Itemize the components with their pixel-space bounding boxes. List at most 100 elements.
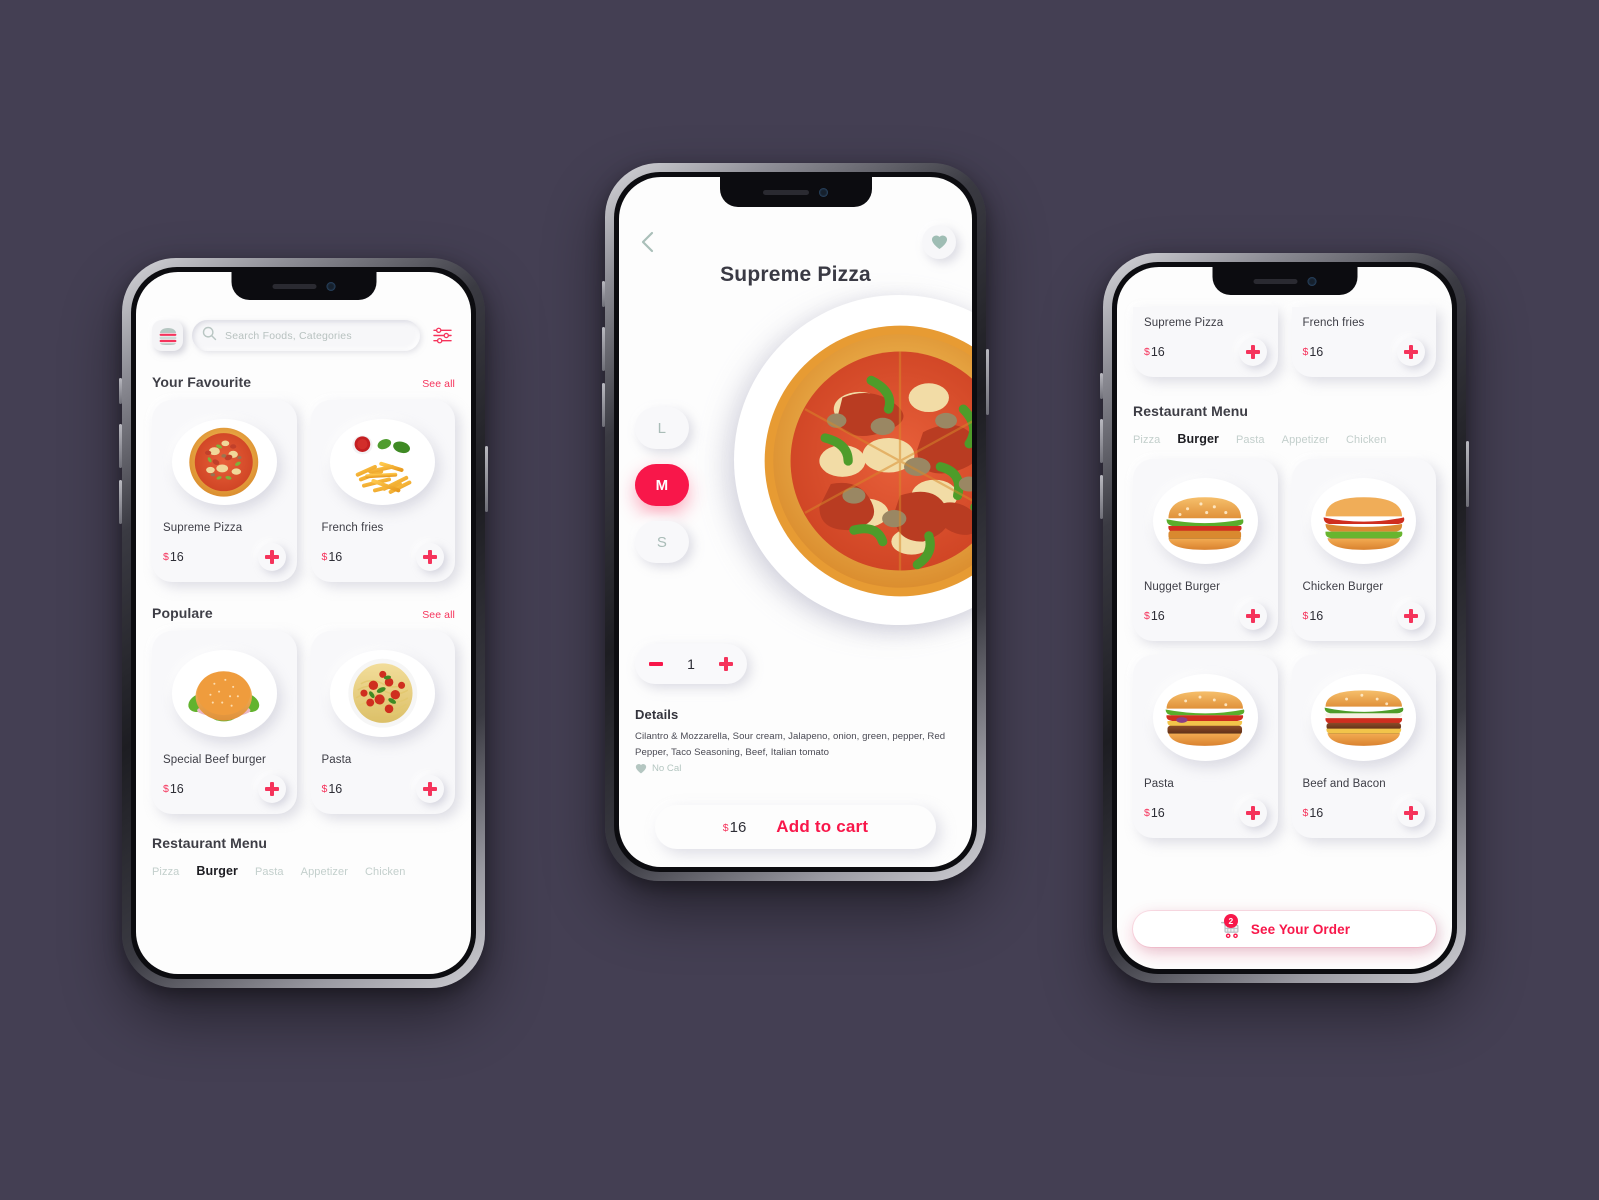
food-card-french-fries-partial[interactable]: French fries $16 [1291,307,1436,377]
add-to-cart-button[interactable] [257,543,286,572]
plus-icon [1404,609,1418,624]
fries-image [352,435,412,494]
size-option-l[interactable]: L [635,407,689,449]
food-price: $16 [1303,609,1324,623]
add-to-cart-button[interactable] [1397,602,1425,631]
size-option-s[interactable]: S [635,521,689,563]
chevron-left-icon[interactable] [635,229,661,255]
add-to-cart-button[interactable] [416,543,444,572]
currency-symbol: $ [163,782,169,795]
quantity-stepper: 1 [635,644,747,684]
food-card-footer: $16 [1144,338,1267,366]
tab-appetizer[interactable]: Appetizer [1282,434,1329,446]
food-card-special-beef-burger[interactable]: Special Beef burger $16 [152,631,297,814]
tab-burger[interactable]: Burger [1177,432,1219,446]
food-card-chicken-burger[interactable]: Chicken Burger $16 [1291,459,1436,642]
add-to-cart-bar[interactable]: $16 Add to cart [655,805,936,849]
plus-icon [423,550,437,565]
see-all-populare[interactable]: See all [422,609,455,621]
food-name: Nugget Burger [1144,581,1221,594]
tab-pizza[interactable]: Pizza [152,866,179,878]
price-value: 16 [1309,609,1324,624]
burger-logo-icon[interactable] [152,320,183,351]
currency-symbol: $ [1144,806,1150,819]
search-icon [202,326,217,346]
earpiece-speaker [763,189,809,195]
price-value: 16 [328,550,343,565]
tab-pizza[interactable]: Pizza [1133,434,1160,446]
food-card-footer: $16 [1144,602,1267,631]
nocal-label: No Cal [652,763,682,775]
plus-icon [1245,805,1260,820]
tab-appetizer[interactable]: Appetizer [301,866,348,878]
food-card-pasta[interactable]: Pasta $16 [310,631,455,814]
increment-button[interactable] [715,653,737,675]
currency-symbol: $ [1144,346,1150,358]
food-card-supreme-pizza-partial[interactable]: Supreme Pizza $16 [1133,307,1278,377]
section-header-favourite: Your Favourite See all [152,374,455,390]
phone-button-volume-down [1100,475,1103,519]
phone-detail: Supreme Pizza L M S 1 Details Cilantro &… [602,163,989,881]
section-header-populare: Populare See all [152,605,455,621]
price-value: 16 [1309,805,1324,820]
food-card-footer: $16 [322,774,444,803]
restaurant-menu-title: Restaurant Menu [152,834,268,851]
add-to-cart-button[interactable] [1238,338,1267,366]
burger-double-image [1166,691,1245,747]
see-all-favourite[interactable]: See all [422,378,455,390]
quantity-value: 1 [687,656,695,672]
plus-icon [718,657,733,671]
category-tabs: Pizza Burger Pasta Appetizer Chicken [152,864,455,878]
price-value: 16 [169,550,184,565]
add-to-cart-button[interactable] [257,774,286,803]
add-to-cart-button[interactable] [1397,338,1425,366]
food-card-footer: $16 [1303,602,1425,631]
currency-symbol: $ [722,821,729,834]
phone-button-volume-down [602,383,605,427]
front-camera [326,281,335,291]
shopping-cart-icon: 2 [1219,914,1241,940]
tab-pasta[interactable]: Pasta [1236,434,1265,446]
food-card-nugget-burger[interactable]: Nugget Burger $16 [1133,459,1278,642]
food-name: Beef and Bacon [1302,777,1386,790]
see-your-order-button[interactable]: 2 See Your Order [1133,911,1436,947]
add-to-cart-label: Add to cart [776,817,869,836]
product-title: Supreme Pizza [720,263,871,286]
favorite-button[interactable] [922,225,956,259]
food-price: $16 [1303,806,1324,820]
food-card-supreme-pizza[interactable]: Supreme Pizza $16 [152,400,297,583]
size-option-m[interactable]: M [635,464,689,506]
price-value: 16 [1150,345,1165,359]
filter-sliders-icon[interactable] [429,323,455,349]
tab-pasta[interactable]: Pasta [255,866,284,878]
food-image-wrap [1144,667,1267,767]
phone-button-volume-up [602,327,605,371]
details-text: Cilantro & Mozzarella, Sour cream, Jalap… [635,731,946,758]
decrement-button[interactable] [645,653,667,675]
tab-chicken[interactable]: Chicken [1346,434,1386,446]
section-title: Populare [152,605,213,622]
tab-burger[interactable]: Burger [196,864,238,878]
burger-nugget-image [1167,497,1244,550]
phone-button-power [1466,441,1469,507]
size-selector: L M S [635,407,689,563]
food-card-beef-and-bacon[interactable]: Beef and Bacon $16 [1291,655,1436,838]
food-price: $16 [322,550,343,564]
food-image-wrap [1303,471,1426,571]
add-to-cart-button[interactable] [1238,798,1267,827]
cart-badge: 2 [1223,914,1238,928]
pasta-image [348,659,418,729]
food-card-french-fries[interactable]: French fries $16 [310,400,455,583]
food-image-wrap [1303,667,1426,767]
add-to-cart-button[interactable] [416,774,444,803]
burger-bun-image [188,671,260,722]
add-to-cart-button[interactable] [1397,798,1425,827]
food-card-pasta-menu[interactable]: Pasta $16 [1133,655,1278,838]
add-to-cart-button[interactable] [1238,602,1267,631]
earpiece-speaker [272,283,316,289]
phone-button-volume-up [1100,419,1103,463]
tab-chicken[interactable]: Chicken [365,866,405,878]
pizza-large-image [764,325,972,597]
search-input[interactable]: Search Foods, Categories [192,320,420,351]
restaurant-menu-title: Restaurant Menu [1133,403,1249,419]
